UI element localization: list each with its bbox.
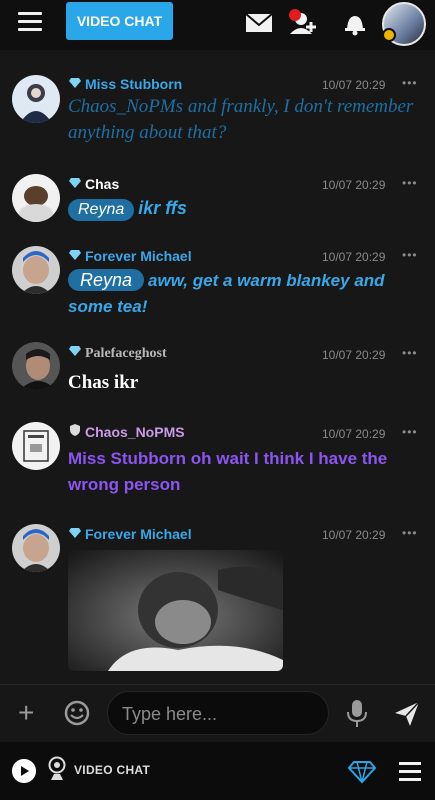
menu-icon[interactable] [18,12,42,34]
message-input[interactable] [108,692,314,736]
friend-request-icon[interactable] [286,8,320,38]
video-chat-link[interactable]: VIDEO CHAT [74,763,150,777]
user-avatar[interactable] [382,2,426,46]
message-text: Miss Stubborn oh wait I think I have the… [68,449,388,494]
diamond-icon [69,78,81,88]
message-text: Chas ikr [68,372,139,393]
mention-chip[interactable]: Reyna [68,269,145,291]
diamond-icon [69,250,81,260]
username[interactable]: Chaos_NoPMS [68,422,185,442]
more-options-icon[interactable]: ••• [402,526,418,540]
more-options-icon[interactable]: ••• [402,346,418,360]
avatar[interactable] [12,75,60,123]
diamond-icon [69,528,81,538]
mail-icon[interactable] [243,8,277,38]
plus-icon[interactable]: + [18,699,34,727]
username[interactable]: Palefaceghost [68,344,167,364]
message-input-wrapper [107,691,329,736]
message-text: Chaos_NoPMs and frankly, I don't remembe… [68,96,414,143]
status-away-icon [382,28,396,42]
timestamp: 10/07 20:29 [322,528,386,542]
bell-icon[interactable] [338,8,372,38]
avatar[interactable] [12,174,60,222]
username[interactable]: Chas [68,174,119,194]
diamond-icon [69,346,81,356]
top-bar: VIDEO CHAT [0,0,435,50]
username[interactable]: Forever Michael [68,524,192,544]
menu-icon[interactable] [399,762,421,782]
avatar[interactable] [12,342,60,390]
username[interactable]: Miss Stubborn [68,74,182,94]
username[interactable]: Forever Michael [68,246,192,266]
mention-chip[interactable]: Reyna [68,199,135,221]
avatar[interactable] [12,524,60,572]
diamond-icon [69,178,81,188]
message-text: Reyna aww, get a warm blankey and some te… [68,269,385,316]
timestamp: 10/07 20:29 [322,178,386,192]
emoji-icon[interactable] [64,700,90,726]
timestamp: 10/07 20:29 [322,427,386,441]
video-chat-button[interactable]: VIDEO CHAT [66,2,173,40]
photo-attachment[interactable] [68,550,283,671]
more-options-icon[interactable]: ••• [402,425,418,439]
more-options-icon[interactable]: ••• [402,76,418,90]
webcam-icon[interactable] [48,756,66,782]
send-icon[interactable] [394,701,420,727]
diamond-icon[interactable] [348,760,376,784]
avatar[interactable] [12,246,60,294]
more-options-icon[interactable]: ••• [402,248,418,262]
avatar[interactable] [12,422,60,470]
timestamp: 10/07 20:29 [322,78,386,92]
composer-bar: + [0,684,435,743]
message-text: Reyna ikr ffs [68,195,428,221]
chat-feed: Miss Stubborn 10/07 20:29 ••• Chaos_NoPM… [0,50,435,683]
bottom-bar: VIDEO CHAT [0,742,435,800]
timestamp: 10/07 20:29 [322,250,386,264]
play-icon[interactable] [12,759,36,783]
timestamp: 10/07 20:29 [322,348,386,362]
microphone-icon[interactable] [346,699,368,729]
more-options-icon[interactable]: ••• [402,176,418,190]
shield-icon [70,424,80,436]
